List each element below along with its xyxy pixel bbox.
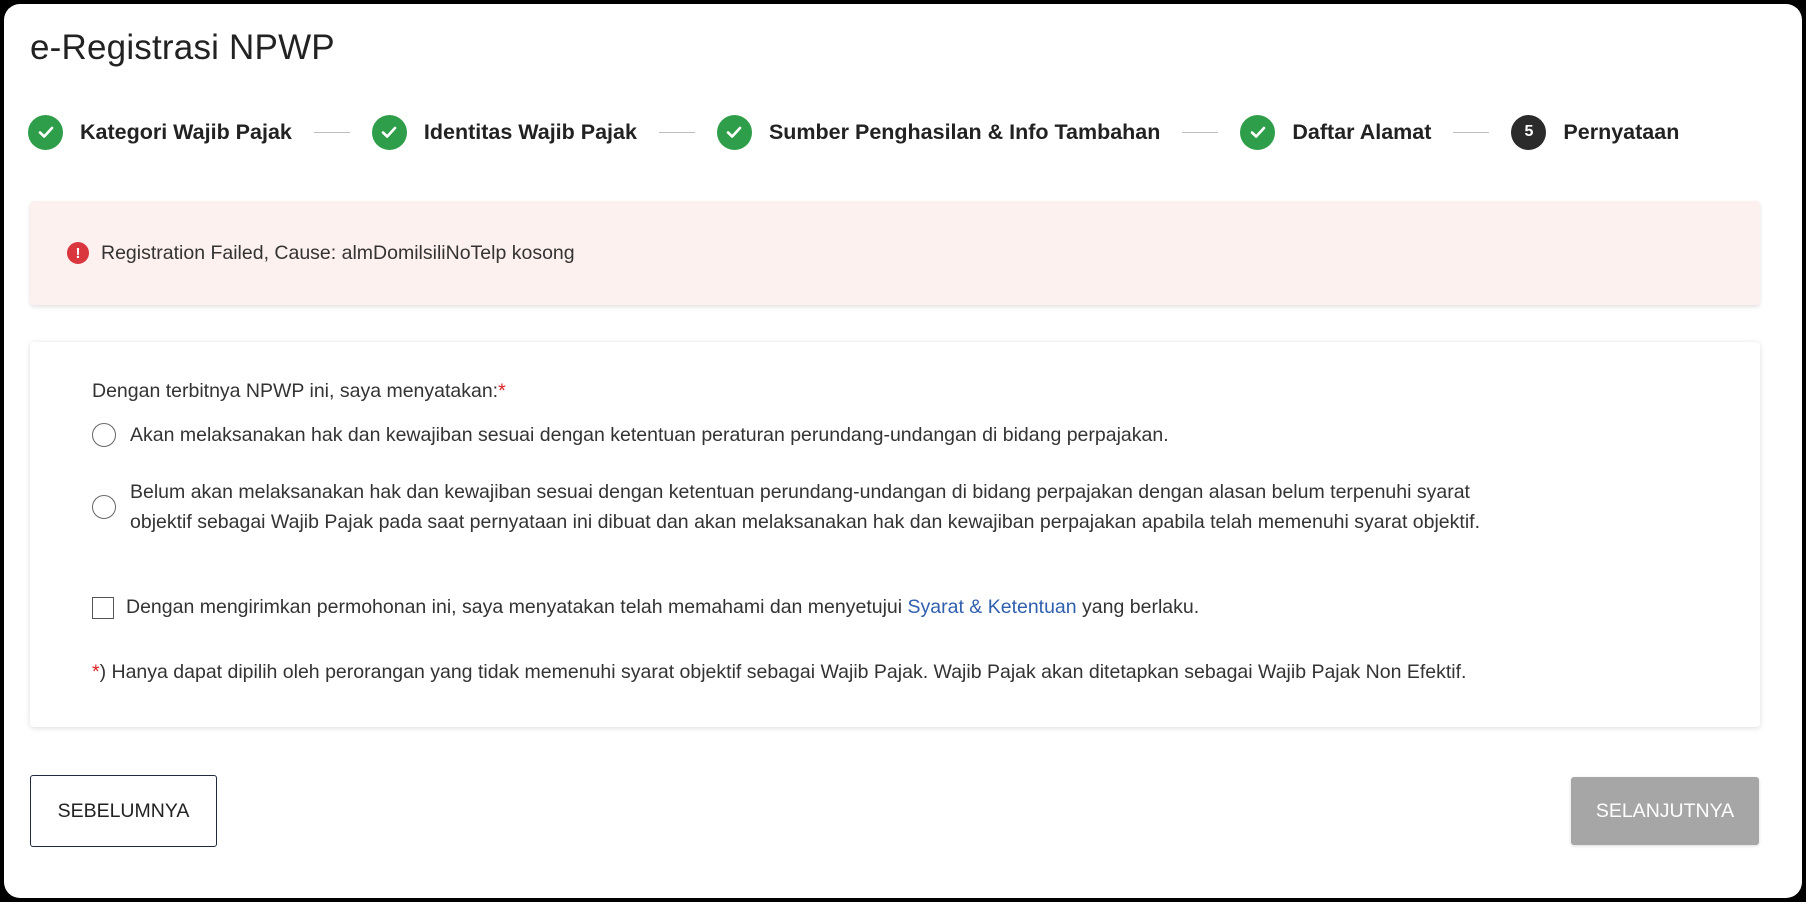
step-sumber-penghasilan[interactable]: Sumber Penghasilan & Info Tambahan — [716, 114, 1161, 150]
option-2-line-1: Belum akan melaksanakan hak dan kewajiba… — [130, 481, 1470, 503]
step-connector — [1453, 131, 1490, 133]
step-done-check-icon — [1240, 114, 1276, 150]
step-label: Daftar Alamat — [1292, 119, 1432, 144]
option-2-radio[interactable] — [92, 495, 116, 519]
option-1[interactable]: Akan melaksanakan hak dan kewajiban sesu… — [92, 420, 1169, 450]
step-connector — [1182, 131, 1219, 133]
step-pernyataan[interactable]: 5 Pernyataan — [1511, 114, 1680, 150]
agreement-text: Dengan mengirimkan permohonan ini, saya … — [126, 596, 1199, 619]
step-daftar-alamat[interactable]: Daftar Alamat — [1240, 114, 1432, 150]
exclamation-icon: ! — [67, 242, 89, 264]
agreement-prefix: Dengan mengirimkan permohonan ini, saya … — [126, 596, 908, 618]
option-2[interactable]: Belum akan melaksanakan hak dan kewajiba… — [92, 477, 1480, 537]
agreement-suffix: yang berlaku. — [1076, 596, 1200, 618]
option-1-radio[interactable] — [92, 423, 116, 447]
step-label: Sumber Penghasilan & Info Tambahan — [768, 119, 1161, 144]
statement-question: Dengan terbitnya NPWP ini, saya menyatak… — [92, 380, 506, 403]
step-connector — [313, 131, 350, 133]
step-identitas-wajib-pajak[interactable]: Identitas Wajib Pajak — [371, 114, 637, 150]
registration-window: e-Registrasi NPWP Kategori Wajib Pajak I… — [4, 4, 1802, 898]
agreement-row[interactable]: Dengan mengirimkan permohonan ini, saya … — [92, 596, 1199, 619]
option-2-label: Belum akan melaksanakan hak dan kewajiba… — [130, 477, 1480, 537]
stepper: Kategori Wajib Pajak Identitas Wajib Paj… — [28, 112, 1679, 152]
footnote-mark: * — [92, 661, 100, 683]
required-mark: * — [498, 380, 506, 402]
footnote: *) Hanya dapat dipilih oleh perorangan y… — [92, 661, 1466, 684]
step-label: Pernyataan — [1563, 119, 1680, 144]
option-1-label: Akan melaksanakan hak dan kewajiban sesu… — [130, 424, 1169, 446]
step-number-badge: 5 — [1511, 114, 1547, 150]
previous-button[interactable]: SEBELUMNYA — [30, 775, 217, 847]
option-2-line-2: objektif sebagai Wajib Pajak pada saat p… — [130, 511, 1480, 533]
alert-message: Registration Failed, Cause: almDomilsili… — [101, 241, 575, 264]
step-label: Kategori Wajib Pajak — [80, 119, 292, 144]
footnote-text: ) Hanya dapat dipilih oleh perorangan ya… — [99, 661, 1467, 683]
next-button[interactable]: SELANJUTNYA — [1571, 777, 1759, 845]
step-label: Identitas Wajib Pajak — [423, 119, 637, 144]
question-text: Dengan terbitnya NPWP ini, saya menyatak… — [92, 380, 499, 402]
step-done-check-icon — [371, 114, 407, 150]
terms-link[interactable]: Syarat & Ketentuan — [908, 596, 1077, 618]
screen-frame: e-Registrasi NPWP Kategori Wajib Pajak I… — [0, 0, 1806, 902]
statement-card: Dengan terbitnya NPWP ini, saya menyatak… — [30, 342, 1760, 727]
step-kategori-wajib-pajak[interactable]: Kategori Wajib Pajak — [28, 114, 292, 150]
step-connector — [658, 131, 695, 133]
page-title: e-Registrasi NPWP — [30, 28, 335, 67]
step-done-check-icon — [28, 114, 63, 150]
error-alert: ! Registration Failed, Cause: almDomilsi… — [30, 201, 1760, 305]
agreement-checkbox[interactable] — [92, 596, 114, 619]
step-done-check-icon — [716, 114, 752, 150]
